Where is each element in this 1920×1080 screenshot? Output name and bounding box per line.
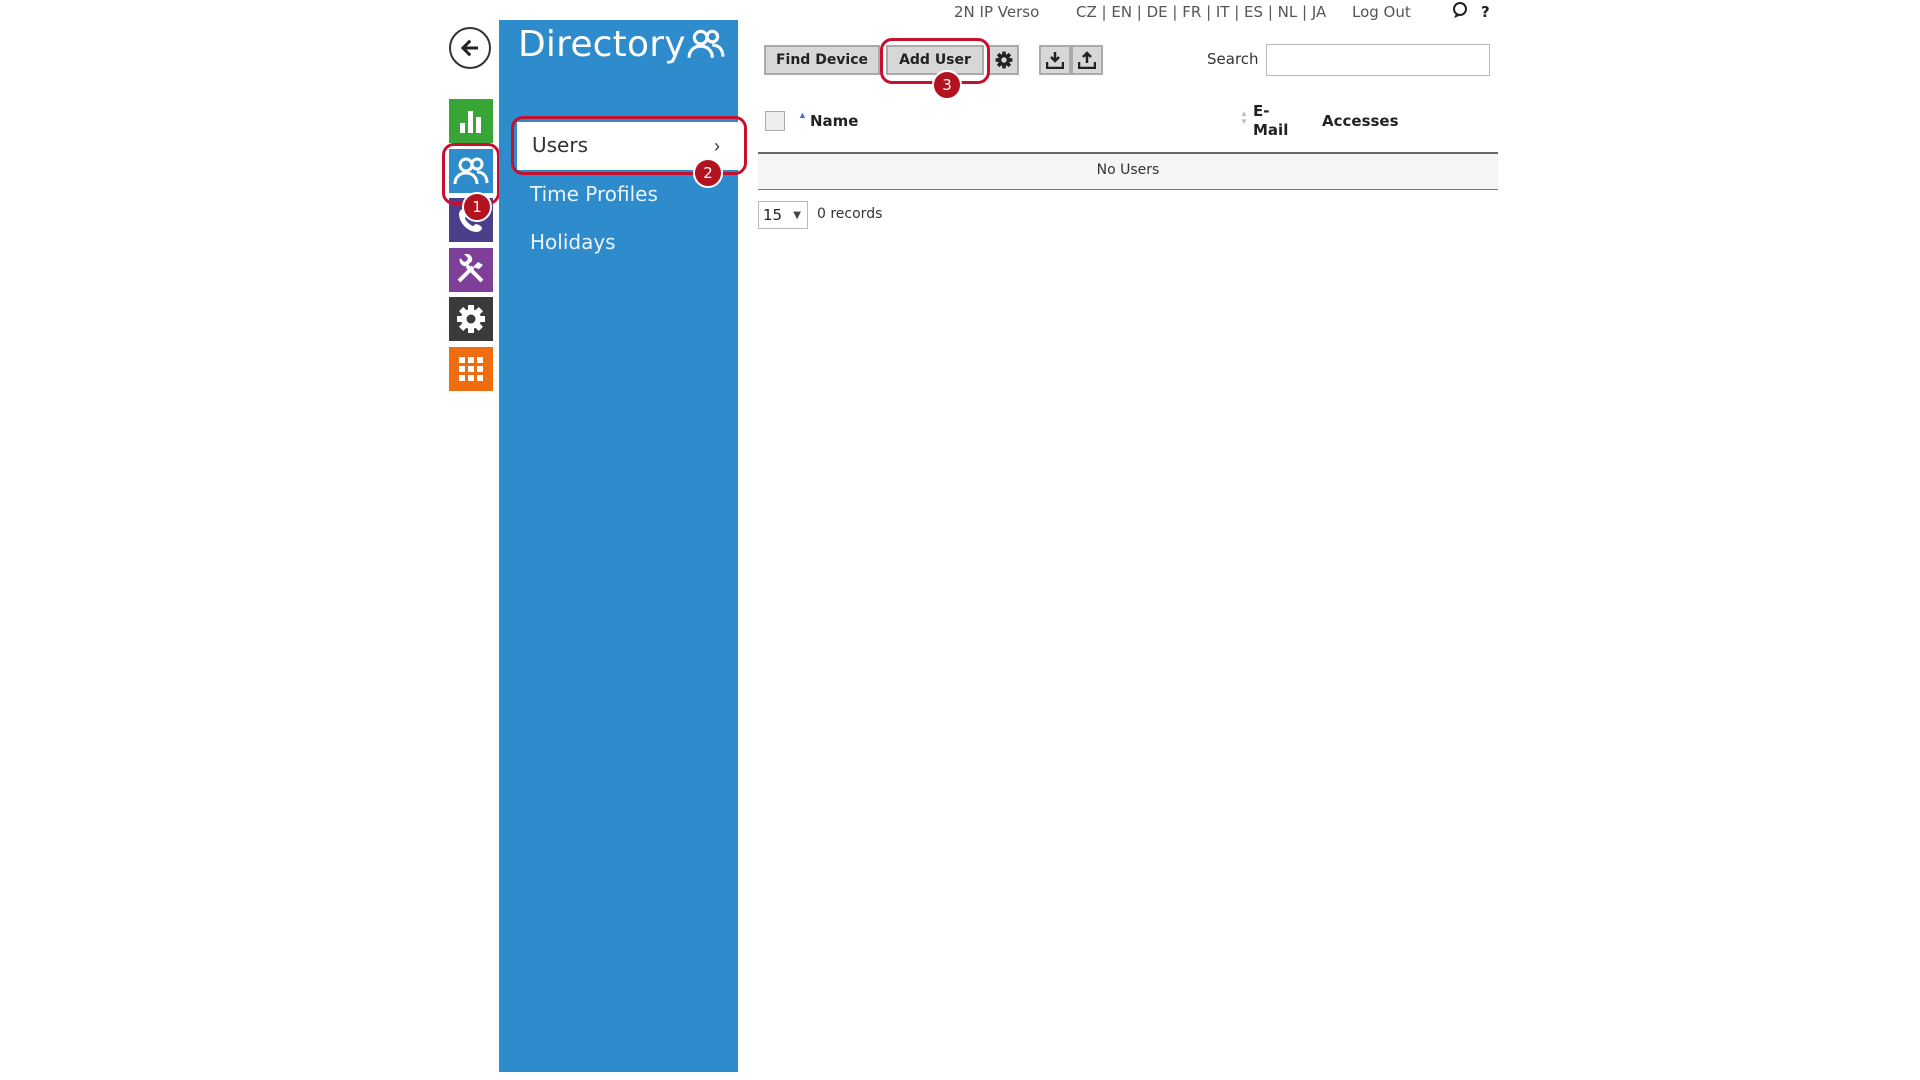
column-header-email[interactable]: E- Mail bbox=[1253, 102, 1288, 140]
search-input[interactable] bbox=[1266, 44, 1490, 76]
sort-icon: ▲ ▼ bbox=[1240, 109, 1248, 126]
help-link[interactable]: ? bbox=[1481, 3, 1490, 21]
annotation-badge-3: 3 bbox=[932, 70, 962, 100]
gear-icon bbox=[995, 51, 1012, 69]
find-device-button[interactable]: Find Device bbox=[764, 45, 880, 75]
sidebar-title: Directory bbox=[518, 24, 686, 65]
records-count: 0 records bbox=[817, 206, 883, 222]
sidebar-item-time-profiles[interactable]: Time Profiles bbox=[530, 182, 658, 206]
column-header-accesses[interactable]: Accesses bbox=[1322, 112, 1399, 130]
page-size-value: 15 bbox=[763, 206, 783, 224]
back-button[interactable] bbox=[449, 27, 491, 69]
export-button[interactable] bbox=[1071, 45, 1103, 75]
chevron-down-icon: ▼ bbox=[793, 210, 801, 221]
table-settings-button[interactable] bbox=[988, 45, 1019, 75]
logout-link[interactable]: Log Out bbox=[1352, 3, 1411, 21]
bar-chart-icon bbox=[460, 111, 481, 133]
column-header-email-line2: Mail bbox=[1253, 121, 1289, 139]
upload-icon bbox=[1078, 51, 1096, 69]
annotation-badge-1: 1 bbox=[462, 192, 492, 222]
column-header-email-line1: E- bbox=[1253, 102, 1270, 120]
select-all-checkbox[interactable] bbox=[765, 111, 785, 131]
column-header-name[interactable]: Name bbox=[810, 112, 858, 130]
device-name: 2N IP Verso bbox=[954, 3, 1040, 21]
directory-users-icon bbox=[687, 28, 725, 65]
feedback-icon[interactable] bbox=[1451, 1, 1469, 24]
language-selector[interactable]: CZ | EN | DE | FR | IT | ES | NL | JA bbox=[1076, 3, 1326, 21]
rail-system[interactable] bbox=[449, 347, 493, 391]
page-size-select[interactable]: 15 ▼ bbox=[758, 201, 808, 229]
rail-hardware[interactable] bbox=[449, 297, 493, 341]
gear-icon bbox=[457, 305, 485, 333]
search-label: Search bbox=[1207, 50, 1259, 68]
tools-icon bbox=[457, 254, 484, 283]
empty-table-message: No Users bbox=[1096, 162, 1160, 178]
grid-icon bbox=[459, 357, 483, 381]
rail-status[interactable] bbox=[449, 99, 493, 143]
sort-asc-icon: ▲ bbox=[798, 110, 807, 120]
table-bottom-divider bbox=[758, 189, 1498, 190]
rail-services[interactable] bbox=[449, 248, 493, 292]
sidebar-item-holidays[interactable]: Holidays bbox=[530, 230, 616, 254]
arrow-left-icon bbox=[460, 39, 478, 57]
download-icon bbox=[1046, 52, 1064, 69]
annotation-badge-2: 2 bbox=[693, 158, 723, 188]
import-button[interactable] bbox=[1039, 45, 1071, 75]
